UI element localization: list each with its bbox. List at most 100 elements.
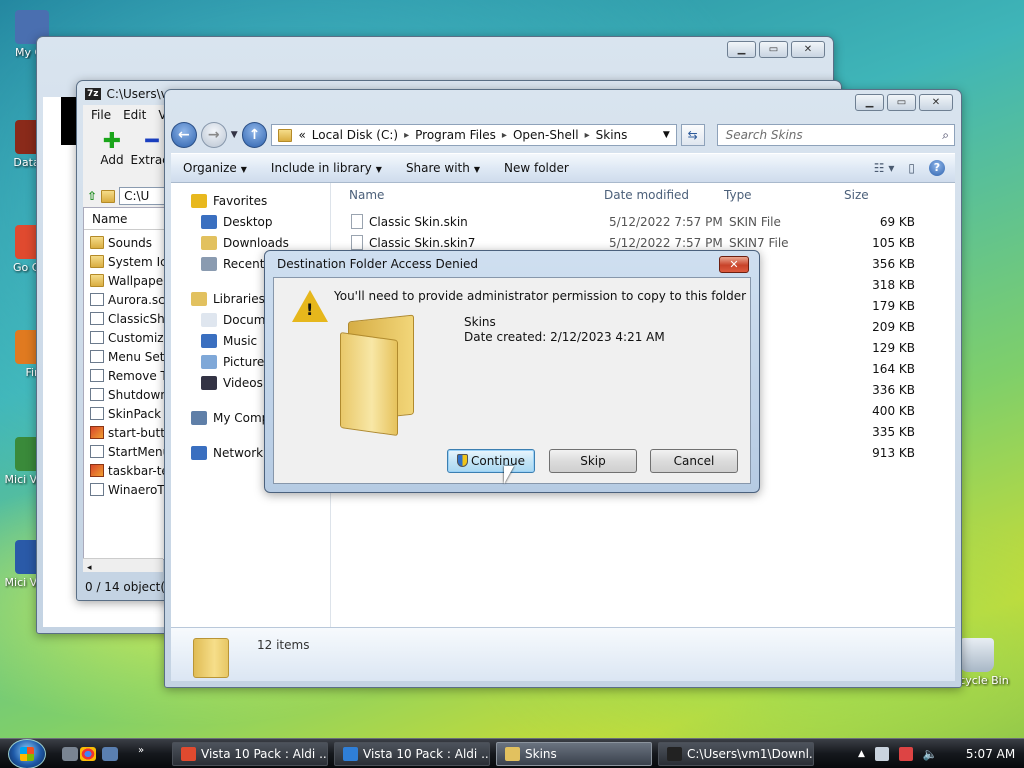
recent-pages-dropdown[interactable]: ▼	[231, 130, 238, 140]
scroll-left-icon[interactable]: ◂	[83, 563, 92, 573]
taskbar-button-label: C:\Users\vm1\Downl...	[687, 747, 814, 761]
column-size[interactable]: Size	[844, 188, 869, 202]
command-organize[interactable]: Organize ▼	[171, 161, 259, 175]
7zip-status: 0 / 14 object(s)	[85, 580, 176, 594]
folder-info: Skins Date created: 2/12/2023 4:21 AM	[464, 315, 665, 345]
breadcrumb-segment[interactable]: Program Files	[415, 128, 496, 142]
folder-name: Skins	[464, 315, 496, 329]
preview-pane-icon[interactable]: ▯	[908, 161, 915, 175]
up-folder-icon[interactable]: ⇧	[87, 189, 97, 203]
taskbar-button-label: Vista 10 Pack : Aldi ...	[363, 747, 490, 761]
address-dropdown-icon[interactable]: ▼	[663, 130, 670, 140]
address-bar[interactable]: « Local Disk (C:) ▸ Program Files ▸ Open-Shel…	[271, 124, 677, 146]
folder-icon	[101, 189, 116, 203]
column-name[interactable]: Name	[349, 188, 384, 202]
command-include-in-library[interactable]: Include in library ▼	[259, 161, 394, 175]
search-input[interactable]: Search Skins ⌕	[716, 124, 956, 146]
nav-item-favorites[interactable]: Favorites	[171, 190, 330, 211]
close-button[interactable]: ✕	[919, 94, 953, 111]
list-item-name: start-butto	[108, 425, 173, 440]
dialog-close-button[interactable]: ✕	[719, 256, 749, 273]
file-size: 179 KB	[872, 299, 915, 313]
pictures-icon	[201, 354, 217, 369]
volume-icon[interactable]: 🔈	[923, 747, 938, 761]
switch-windows-icon[interactable]	[102, 747, 118, 761]
taskbar-button[interactable]: Vista 10 Pack : Aldi ...	[334, 742, 490, 766]
nav-item-desktop[interactable]: Desktop	[171, 211, 330, 232]
nav-item-label: Videos	[223, 375, 263, 390]
horizontal-scrollbar[interactable]: ◂	[83, 558, 163, 573]
forward-arrow-icon[interactable]: →	[200, 122, 227, 148]
app-icon	[505, 747, 520, 761]
views-icon[interactable]: ☷ ▾	[874, 161, 895, 175]
dialog-message: You'll need to provide administrator per…	[334, 289, 747, 303]
app-icon	[667, 747, 682, 761]
command-share-with[interactable]: Share with ▼	[394, 161, 492, 175]
security-alert-icon[interactable]	[898, 747, 913, 761]
taskbar-button[interactable]: C:\Users\vm1\Downl...	[658, 742, 814, 766]
network-icon[interactable]	[874, 747, 889, 761]
back-arrow-icon[interactable]: ←	[171, 122, 197, 148]
nav-item-label: Favorites	[213, 193, 268, 208]
file-type: SKIN File	[729, 215, 781, 229]
chrome-icon[interactable]	[80, 747, 96, 761]
folder-date-created: Date created: 2/12/2023 4:21 AM	[464, 330, 665, 344]
breadcrumb-segment[interactable]: Skins	[596, 128, 628, 142]
explorer-caption-buttons: ▁ ▭ ✕	[855, 94, 953, 111]
taskbar-button[interactable]: Skins	[496, 742, 652, 766]
show-desktop-icon[interactable]	[62, 747, 78, 761]
recent-icon	[201, 256, 217, 271]
menu-item[interactable]: File	[91, 108, 111, 122]
desktop-icon	[201, 214, 217, 229]
file-row[interactable]: Classic Skin.skin 5/12/2022 7:57 PM SKIN F…	[331, 211, 955, 232]
explorer-nav-row: ← → ▼ ↑ « Local Disk (C:) ▸ Program Files ▸ O…	[171, 120, 956, 150]
breadcrumb-chevron-icon[interactable]: ▸	[585, 130, 590, 141]
minimize-button[interactable]: ▁	[855, 94, 884, 111]
file-size: 164 KB	[872, 362, 915, 376]
file-icon	[90, 293, 104, 306]
close-button[interactable]: ✕	[791, 41, 825, 58]
docs-icon	[201, 312, 217, 327]
continue-button[interactable]: Continue	[447, 449, 535, 473]
breadcrumb-chevron-icon[interactable]: ▸	[502, 130, 507, 141]
help-icon[interactable]: ?	[929, 160, 945, 176]
file-name: Classic Skin.skin7	[369, 236, 476, 250]
file-icon	[90, 388, 104, 401]
skip-button[interactable]: Skip	[549, 449, 637, 473]
column-date-modified[interactable]: Date modified	[604, 188, 689, 202]
minimize-button[interactable]: ▁	[727, 41, 756, 58]
tray-expand-icon[interactable]: ▲	[858, 749, 865, 759]
file-size: 318 KB	[872, 278, 915, 292]
item-count: 12 items	[257, 638, 310, 652]
breadcrumb-chevron-icon[interactable]: ▸	[404, 130, 409, 141]
maximize-button[interactable]: ▭	[887, 94, 916, 111]
music-icon	[201, 333, 217, 348]
app-icon	[343, 747, 358, 761]
start-button[interactable]	[8, 739, 46, 768]
breadcrumb-overflow[interactable]: «	[298, 128, 305, 142]
file-name: Classic Skin.skin	[369, 215, 468, 229]
maximize-button[interactable]: ▭	[759, 41, 788, 58]
command-new-folder[interactable]: New folder	[492, 161, 581, 175]
breadcrumb-segment[interactable]: Local Disk (C:)	[312, 128, 398, 142]
clock[interactable]: 5:07 AM	[966, 747, 1015, 761]
breadcrumb-segment[interactable]: Open-Shell	[513, 128, 579, 142]
videos-icon	[201, 375, 217, 390]
command-bar: Organize ▼ Include in library ▼ Share with ▼ N…	[171, 153, 955, 183]
quick-launch-overflow-icon[interactable]: »	[138, 745, 144, 756]
file-size: 335 KB	[872, 425, 915, 439]
menu-item[interactable]: Edit	[123, 108, 146, 122]
recycle-bin-glyph	[960, 638, 994, 672]
black-bar	[61, 97, 77, 145]
warning-exclamation: !	[306, 300, 314, 319]
up-arrow-icon[interactable]: ↑	[241, 122, 268, 148]
column-type[interactable]: Type	[724, 188, 752, 202]
refresh-button[interactable]: ⇆	[680, 124, 705, 146]
taskbar-button[interactable]: Vista 10 Pack : Aldi ...	[172, 742, 328, 766]
cancel-button[interactable]: Cancel	[650, 449, 738, 473]
nav-item-label: Network	[213, 445, 264, 460]
file-icon	[90, 483, 104, 496]
star-icon	[191, 193, 207, 208]
search-icon[interactable]: ⌕	[942, 125, 949, 145]
taskbar-button-label: Vista 10 Pack : Aldi ...	[201, 747, 328, 761]
